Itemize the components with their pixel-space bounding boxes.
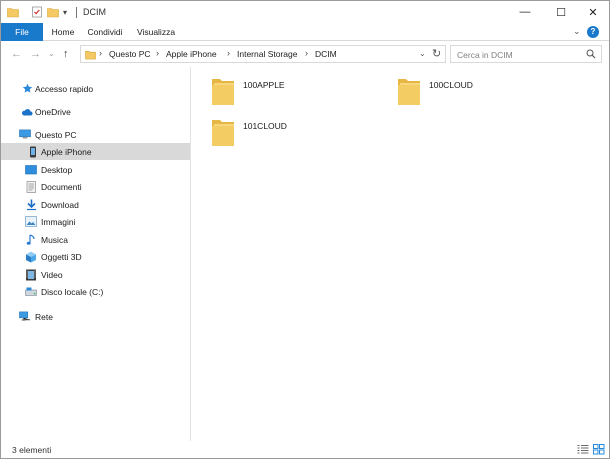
sidebar-item-immagini[interactable]: Immagini (1, 213, 190, 230)
sidebar-item-apple-iphone[interactable]: Apple iPhone (1, 143, 190, 160)
documents-icon (25, 180, 37, 193)
sidebar-item-download[interactable]: Download (1, 196, 190, 213)
download-icon (25, 199, 37, 211)
folder-icon (7, 5, 19, 19)
music-icon (25, 233, 37, 246)
sidebar-item-label: Apple iPhone (41, 146, 92, 157)
sidebar-item-questo-pc[interactable]: Questo PC (1, 126, 190, 143)
navigation-pane: Accesso rapido OneDrive Questo PC Apple … (1, 67, 191, 441)
drive-icon (25, 286, 37, 298)
properties-icon[interactable] (31, 5, 43, 19)
pictures-icon (25, 216, 37, 228)
help-icon[interactable]: ? (587, 26, 599, 38)
sidebar-item-video[interactable]: Video (1, 266, 190, 283)
folder-icon (210, 73, 236, 109)
navigation-bar: ← → ⌄ ↑ › Questo PC › Apple iPhone › Int… (1, 41, 609, 67)
folder-icon (210, 114, 236, 150)
sidebar-item-label: Download (41, 199, 79, 210)
folder-item-100apple[interactable]: 100APPLE (210, 73, 390, 111)
up-button[interactable]: ↑ (63, 47, 69, 61)
title-bar: ▾ DCIM — ☐ ✕ (1, 1, 609, 23)
item-count: 3 elementi (12, 445, 52, 455)
breadcrumb-apple-iphone[interactable]: Apple iPhone (166, 49, 217, 59)
tab-view[interactable]: Visualizza (133, 23, 179, 41)
sidebar-item-label: Accesso rapido (35, 83, 94, 94)
minimize-button[interactable]: — (507, 1, 543, 23)
tab-share[interactable]: Condividi (81, 23, 129, 41)
breadcrumb-questo-pc[interactable]: Questo PC (109, 49, 151, 59)
tab-file[interactable]: File (1, 23, 43, 41)
large-icons-view-icon[interactable] (593, 444, 605, 457)
desktop-icon (25, 164, 37, 176)
folder-item-101cloud[interactable]: 101CLOUD (210, 114, 390, 152)
folder-icon (85, 49, 96, 62)
cube-icon (25, 251, 37, 263)
search-icon (586, 49, 596, 61)
breadcrumb-separator[interactable]: › (99, 48, 102, 58)
sidebar-item-label: Video (41, 269, 63, 280)
address-history-button[interactable]: ⌄ (419, 49, 426, 58)
breadcrumb-separator[interactable]: › (305, 48, 308, 58)
sidebar-item-accesso-rapido[interactable]: Accesso rapido (1, 80, 190, 97)
sidebar-item-documenti[interactable]: Documenti (1, 178, 190, 195)
sidebar-item-label: Disco locale (C:) (41, 286, 104, 297)
cloud-icon (21, 106, 33, 118)
sidebar-item-label: Rete (35, 311, 53, 322)
sidebar-item-label: Documenti (41, 181, 82, 192)
search-input[interactable]: Cerca in DCIM (450, 45, 602, 63)
folder-name: 100CLOUD (429, 80, 473, 90)
sidebar-item-label: Oggetti 3D (41, 251, 82, 262)
explorer-window: ▾ DCIM — ☐ ✕ File Home Condividi Visuali… (0, 0, 610, 459)
maximize-button[interactable]: ☐ (543, 1, 579, 23)
sidebar-item-desktop[interactable]: Desktop (1, 161, 190, 178)
back-button[interactable]: ← (11, 47, 22, 61)
search-placeholder: Cerca in DCIM (457, 50, 513, 60)
folder-name: 100APPLE (243, 80, 285, 90)
address-bar[interactable]: › Questo PC › Apple iPhone › Internal St… (80, 45, 446, 63)
new-folder-icon[interactable] (47, 5, 59, 19)
phone-icon (27, 146, 39, 158)
breadcrumb-dcim[interactable]: DCIM (315, 49, 337, 59)
close-button[interactable]: ✕ (575, 1, 610, 23)
network-icon (19, 311, 31, 323)
sidebar-item-rete[interactable]: Rete (1, 308, 190, 325)
sidebar-item-disco-locale[interactable]: Disco locale (C:) (1, 283, 190, 300)
window-title: DCIM (83, 7, 106, 17)
sidebar-item-label: Musica (41, 234, 68, 245)
sidebar-item-oggetti-3d[interactable]: Oggetti 3D (1, 248, 190, 265)
star-icon (21, 83, 33, 95)
title-separator (76, 7, 77, 18)
details-view-icon[interactable] (577, 444, 589, 457)
forward-button[interactable]: → (30, 47, 41, 61)
recent-locations-button[interactable]: ⌄ (48, 47, 55, 61)
sidebar-item-musica[interactable]: Musica (1, 231, 190, 248)
sidebar-item-label: Immagini (41, 216, 76, 227)
folder-item-100cloud[interactable]: 100CLOUD (396, 73, 576, 111)
file-list: 100APPLE 100CLOUD 101CLOUD (192, 67, 609, 441)
video-icon (25, 269, 37, 281)
computer-icon (19, 129, 31, 141)
customize-quick-access-button[interactable]: ▾ (63, 5, 71, 19)
breadcrumb-separator[interactable]: › (156, 48, 159, 58)
sidebar-item-onedrive[interactable]: OneDrive (1, 103, 190, 120)
expand-ribbon-icon[interactable]: ⌄ (573, 26, 581, 37)
breadcrumb-internal-storage[interactable]: Internal Storage (237, 49, 297, 59)
sidebar-item-label: Desktop (41, 164, 73, 175)
status-bar: 3 elementi (1, 441, 609, 458)
tab-home[interactable]: Home (47, 23, 79, 41)
sidebar-item-label: Questo PC (35, 129, 77, 140)
folder-name: 101CLOUD (243, 121, 287, 131)
folder-icon (396, 73, 422, 109)
sidebar-item-label: OneDrive (35, 106, 71, 117)
refresh-button[interactable]: ↻ (432, 47, 441, 60)
ribbon-tabs: File Home Condividi Visualizza ⌄ ? (1, 23, 609, 41)
breadcrumb-separator[interactable]: › (227, 48, 230, 58)
